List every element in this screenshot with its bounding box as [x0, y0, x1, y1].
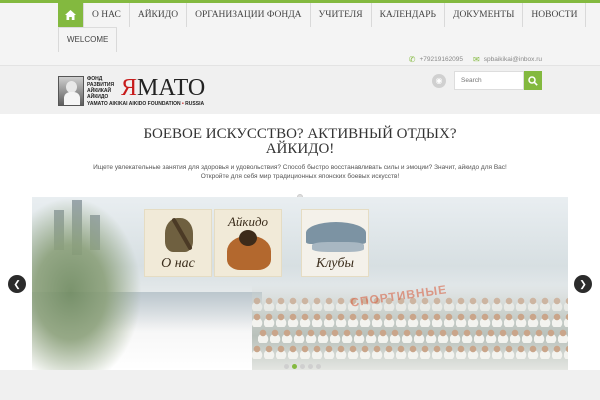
slide-card-clubs[interactable]: Клубы	[301, 209, 369, 277]
slide-card-label: Клубы	[316, 256, 354, 271]
contact-bar: ✆ +79219162095 ✉ spbaikikai@inbox.ru	[409, 55, 542, 64]
logo-subtitle: YAMATO AIKIKAI AIKIDO FOUNDATION • RUSSI…	[87, 101, 205, 107]
slider-next-button[interactable]: ❯	[574, 275, 592, 293]
search-icon	[528, 75, 538, 86]
slider-pagination	[284, 364, 321, 369]
slide-card-about[interactable]: О нас	[144, 209, 212, 277]
chevron-left-icon: ❮	[13, 278, 21, 289]
nav-second-row: WELCOME	[58, 27, 118, 52]
content-footer-band	[0, 370, 600, 400]
logo-small-text: ФОНД РАЗВИТИЯ АЙКИКАЙ АЙКИДО	[87, 76, 115, 100]
rss-icon[interactable]: ◉	[432, 74, 446, 88]
nav-item-about[interactable]: О НАС	[84, 3, 130, 27]
tree-shape	[32, 197, 142, 370]
site-logo[interactable]: ФОНД РАЗВИТИЯ АЙКИКАЙ АЙКИДО ЯМАТО YAMAT…	[58, 76, 205, 108]
mail-icon: ✉	[473, 55, 480, 64]
nav-item-documents[interactable]: ДОКУМЕНТЫ	[445, 3, 524, 27]
phone-contact[interactable]: ✆ +79219162095	[409, 55, 463, 64]
nav-item-aikido[interactable]: АЙКИДО	[130, 3, 188, 27]
slider-dot[interactable]	[316, 364, 321, 369]
slide-card-aikido[interactable]: Айкидо	[214, 209, 282, 277]
home-icon	[65, 10, 76, 20]
hero-title: БОЕВОЕ ИСКУССТВО? АКТИВНЫЙ ОТДЫХ? АЙКИДО…	[143, 126, 457, 157]
slider-dot[interactable]	[308, 364, 313, 369]
slider-dot[interactable]	[300, 364, 305, 369]
email-address: spbaikikai@inbox.ru	[483, 56, 542, 63]
nav-main-row: О НАС АЙКИДО ОРГАНИЗАЦИИ ФОНДА УЧИТЕЛЯ К…	[58, 3, 587, 27]
nav-item-calendar[interactable]: КАЛЕНДАРЬ	[372, 3, 445, 27]
image-slider: О нас Айкидо Клубы СПОРТИВНЫЕ	[32, 197, 568, 370]
search-input[interactable]	[454, 71, 524, 90]
nav-item-organizations[interactable]: ОРГАНИЗАЦИИ ФОНДА	[187, 3, 311, 27]
email-contact[interactable]: ✉ spbaikikai@inbox.ru	[473, 55, 542, 64]
founder-portrait	[58, 76, 84, 106]
slide-card-label: О нас	[161, 256, 195, 271]
nav-home[interactable]	[58, 3, 84, 27]
logo-wordmark: ЯМАТО	[121, 75, 206, 101]
phone-icon: ✆	[408, 55, 416, 64]
slider-dot[interactable]	[284, 364, 289, 369]
slider-dot[interactable]	[292, 364, 297, 369]
nav-item-news[interactable]: НОВОСТИ	[523, 3, 587, 27]
slider-prev-button[interactable]: ❮	[8, 275, 26, 293]
phone-number: +79219162095	[419, 56, 464, 63]
nav-item-teachers[interactable]: УЧИТЕЛЯ	[311, 3, 372, 27]
slide-card-label: Айкидо	[227, 214, 269, 229]
nav-item-welcome[interactable]: WELCOME	[58, 28, 118, 52]
chevron-right-icon: ❯	[579, 278, 587, 289]
hero-description: Ищете увлекательные занятия для здоровья…	[93, 164, 507, 180]
search-button[interactable]	[524, 71, 542, 90]
